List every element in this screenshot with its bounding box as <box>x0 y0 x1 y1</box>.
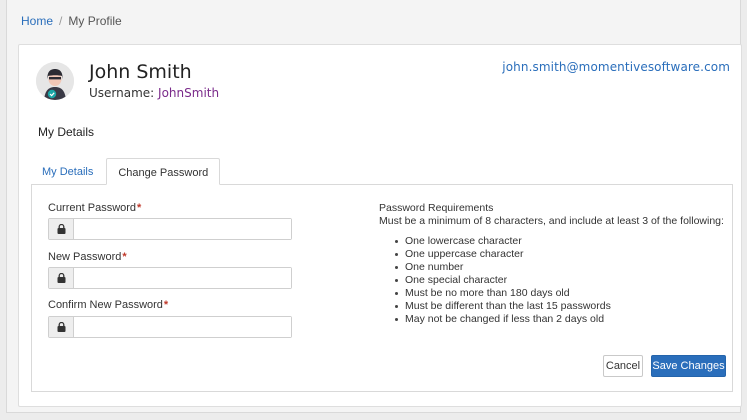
profile-name: John Smith <box>89 61 192 83</box>
required-marker: * <box>137 202 142 214</box>
section-title: My Details <box>38 125 95 139</box>
new-password-label-text: New Password <box>48 251 122 263</box>
current-password-input[interactable] <box>74 219 291 239</box>
tab-change-password[interactable]: Change Password <box>106 158 221 185</box>
save-changes-button[interactable]: Save Changes <box>651 355 726 377</box>
requirements-list: One lowercase character One uppercase ch… <box>395 235 611 326</box>
breadcrumb-home-link[interactable]: Home <box>21 14 53 28</box>
tab-bar: My Details Change Password <box>31 158 221 185</box>
lock-icon <box>49 268 74 288</box>
profile-card: John Smith Username: JohnSmith john.smit… <box>18 44 742 407</box>
new-password-input[interactable] <box>74 268 291 288</box>
breadcrumb-current: My Profile <box>68 14 122 28</box>
profile-username: Username: JohnSmith <box>89 86 219 100</box>
username-value: JohnSmith <box>158 86 220 100</box>
confirm-password-label: Confirm New Password* <box>48 299 168 311</box>
lock-icon <box>49 317 74 337</box>
username-label: Username: <box>89 86 155 100</box>
confirm-password-label-text: Confirm New Password <box>48 299 163 311</box>
requirement-item: One number <box>395 261 611 274</box>
profile-email[interactable]: john.smith@momentivesoftware.com <box>502 60 730 74</box>
confirm-password-group <box>48 316 292 338</box>
confirm-password-input[interactable] <box>74 317 291 337</box>
current-password-group <box>48 218 292 240</box>
current-password-label: Current Password* <box>48 202 141 214</box>
requirement-item: May not be changed if less than 2 days o… <box>395 313 611 326</box>
new-password-group <box>48 267 292 289</box>
requirements-description: Must be a minimum of 8 characters, and i… <box>379 215 724 227</box>
current-password-label-text: Current Password <box>48 202 137 214</box>
requirement-item: One lowercase character <box>395 235 611 248</box>
page-frame: Home / My Profile John Smith Username: Joh… <box>6 0 742 413</box>
requirement-item: Must be different than the last 15 passw… <box>395 300 611 313</box>
user-avatar-icon <box>36 62 74 100</box>
requirement-item: One uppercase character <box>395 248 611 261</box>
tab-my-details[interactable]: My Details <box>31 158 104 185</box>
requirement-item: Must be no more than 180 days old <box>395 287 611 300</box>
requirements-title: Password Requirements <box>379 202 494 214</box>
required-marker: * <box>163 299 169 311</box>
breadcrumb: Home / My Profile <box>7 0 740 44</box>
cancel-button[interactable]: Cancel <box>603 355 643 377</box>
required-marker: * <box>122 251 127 263</box>
change-password-panel: Current Password* New Password* Confirm … <box>31 184 733 392</box>
requirement-item: One special character <box>395 274 611 287</box>
lock-icon <box>49 219 74 239</box>
breadcrumb-separator: / <box>59 14 63 28</box>
new-password-label: New Password* <box>48 251 127 263</box>
